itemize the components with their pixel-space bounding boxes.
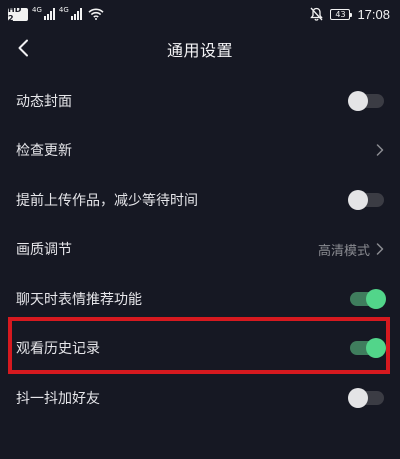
settings-page: HD 2 4G 4G 43 17:08 通用设置 动态封面 检查更新 提前上传作… (0, 0, 400, 459)
status-bar: HD 2 4G 4G 43 17:08 (0, 0, 400, 28)
setting-row-check-update[interactable]: 检查更新 (0, 126, 400, 176)
network-type-1: 4G (32, 6, 42, 14)
setting-label: 抖一抖加好友 (16, 390, 100, 407)
setting-row-watch-history[interactable]: 观看历史记录 (0, 324, 400, 374)
network-type-2: 4G (58, 6, 69, 14)
video-quality-value: 高清模式 (317, 243, 370, 259)
setting-row-emoji-recommend[interactable]: 聊天时表情推荐功能 (0, 274, 400, 324)
setting-label: 动态封面 (16, 93, 72, 110)
setting-row-pre-upload[interactable]: 提前上传作品，减少等待时间 (0, 175, 400, 225)
signal-icon (43, 8, 55, 20)
pre-upload-toggle[interactable] (348, 189, 384, 210)
chevron-right-icon (376, 243, 384, 255)
status-left: HD 2 4G 4G (8, 5, 104, 23)
setting-label: 画质调节 (16, 242, 72, 259)
dynamic-cover-toggle[interactable] (348, 90, 384, 111)
emoji-recommend-toggle[interactable] (350, 288, 386, 309)
setting-label: 观看历史记录 (16, 341, 100, 358)
signal-icon (70, 8, 82, 20)
setting-label: 聊天时表情推荐功能 (16, 291, 142, 308)
setting-row-dynamic-cover[interactable]: 动态封面 (0, 76, 400, 126)
settings-list: 动态封面 检查更新 提前上传作品，减少等待时间 画质调节 高清模式 聊天时表情推… (0, 76, 400, 423)
battery-icon: 43 (330, 8, 353, 20)
setting-row-video-quality[interactable]: 画质调节 高清模式 (0, 225, 400, 275)
nav-bar: 通用设置 (0, 28, 400, 68)
page-title: 通用设置 (166, 41, 233, 60)
wifi-icon (88, 8, 104, 20)
watch-history-toggle[interactable] (350, 338, 386, 359)
clock: 17:08 (357, 6, 390, 22)
chevron-right-icon (376, 144, 384, 156)
shake-add-friend-toggle[interactable] (348, 387, 384, 408)
setting-label: 检查更新 (16, 143, 72, 160)
mute-icon (310, 7, 324, 21)
hd-badge: HD 2 (8, 5, 28, 23)
status-right: 43 17:08 (310, 5, 390, 23)
setting-row-shake-add-friend[interactable]: 抖一抖加好友 (0, 373, 400, 423)
setting-label: 提前上传作品，减少等待时间 (16, 192, 198, 209)
